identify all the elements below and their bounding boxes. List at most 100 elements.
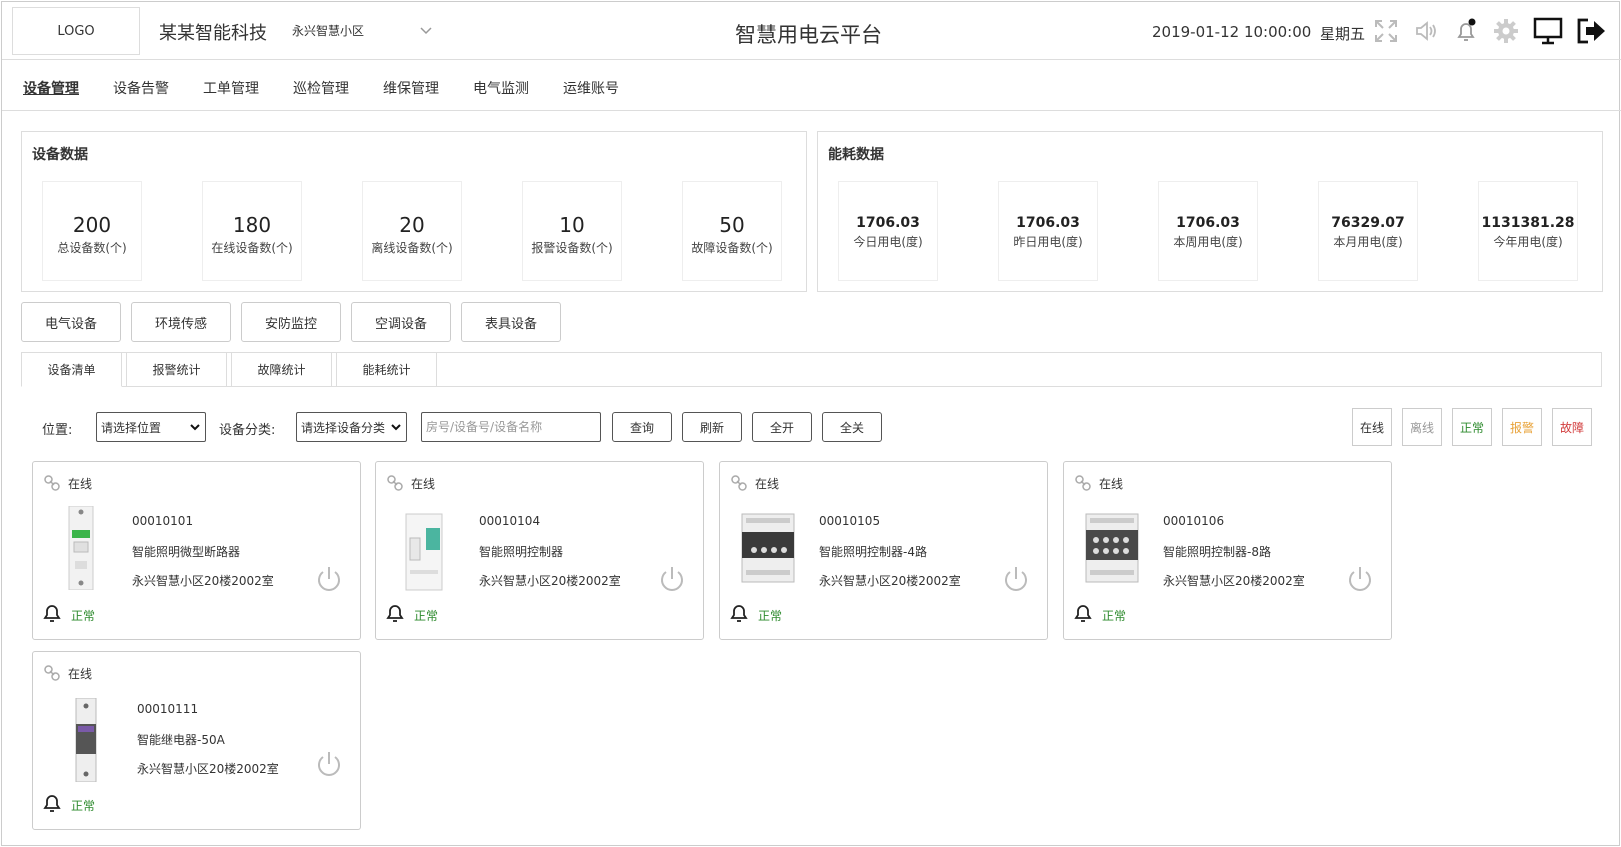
category-select-value: 请选择设备分类 xyxy=(301,420,386,435)
all-on-button[interactable]: 全开 xyxy=(752,412,812,442)
category-environment-button[interactable]: 环境传感 xyxy=(131,302,231,342)
search-input[interactable] xyxy=(421,412,601,442)
category-aircon-button[interactable]: 空调设备 xyxy=(351,302,451,342)
category-electrical-button[interactable]: 电气设备 xyxy=(21,302,121,342)
logout-icon[interactable] xyxy=(1574,15,1608,47)
stat-fault-devices: 50 故障设备数(个) xyxy=(682,181,782,281)
stat-total-devices: 200 总设备数(个) xyxy=(42,181,142,281)
refresh-button[interactable]: 刷新 xyxy=(682,412,742,442)
category-meter-button[interactable]: 表具设备 xyxy=(461,302,561,342)
device-data-panel: 设备数据 200 总设备数(个) 180 在线设备数(个) 20 离线设备数(个) 1… xyxy=(21,131,807,292)
bell-icon xyxy=(43,795,61,812)
power-icon[interactable] xyxy=(314,749,344,779)
bell-icon xyxy=(43,605,61,622)
stat-label: 今年用电(度) xyxy=(1493,235,1563,249)
stat-year-energy: 1131381.28 今年用电(度) xyxy=(1478,181,1578,281)
stat-value: 200 xyxy=(72,213,112,237)
nav-maintenance[interactable]: 维保管理 xyxy=(383,78,439,98)
category-label: 设备分类: xyxy=(219,423,276,438)
link-icon xyxy=(1075,475,1091,491)
device-state: 在线 xyxy=(755,477,780,491)
category-security-button[interactable]: 安防监控 xyxy=(241,302,341,342)
bell-icon[interactable] xyxy=(1452,17,1480,45)
logo: LOGO xyxy=(12,7,140,55)
location-select[interactable]: 请选择位置 xyxy=(96,412,206,442)
tab-energy-stats[interactable]: 能耗统计 xyxy=(336,352,437,387)
nav-device-alarm[interactable]: 设备告警 xyxy=(113,78,169,98)
nav-electrical-monitoring[interactable]: 电气监测 xyxy=(473,78,529,98)
power-icon[interactable] xyxy=(314,564,344,594)
link-icon xyxy=(731,475,747,491)
device-card[interactable]: 在线 00010106 智能照明控制器-8路 永兴智慧小区20楼2002室 正常 xyxy=(1063,461,1392,640)
all-off-button[interactable]: 全关 xyxy=(822,412,882,442)
stat-label: 在线设备数(个) xyxy=(211,241,293,255)
breaker-icon xyxy=(68,506,94,590)
chevron-down-icon[interactable] xyxy=(418,22,434,38)
device-location: 永兴智慧小区20楼2002室 xyxy=(819,574,961,588)
query-button[interactable]: 查询 xyxy=(612,412,672,442)
device-name: 智能照明控制器-4路 xyxy=(819,545,927,559)
stat-yesterday-energy: 1706.03 昨日用电(度) xyxy=(998,181,1098,281)
stat-value: 76329.07 xyxy=(1331,215,1405,231)
nav-device-management[interactable]: 设备管理 xyxy=(23,78,79,98)
fullscreen-icon[interactable] xyxy=(1372,17,1400,45)
volume-icon[interactable] xyxy=(1412,17,1440,45)
device-location: 永兴智慧小区20楼2002室 xyxy=(137,762,279,776)
controller-icon xyxy=(405,513,443,591)
header-bar: LOGO 某某智能科技 永兴智慧小区 智慧用电云平台 2019-01-12 10… xyxy=(2,2,1621,60)
stat-value: 1706.03 xyxy=(856,215,920,231)
filter-alarm-button[interactable]: 报警 xyxy=(1502,408,1542,446)
tab-alarm-stats[interactable]: 报警统计 xyxy=(126,352,227,387)
community-selector[interactable]: 永兴智慧小区 xyxy=(292,22,364,39)
device-card[interactable]: 在线 00010104 智能照明控制器 永兴智慧小区20楼2002室 正常 xyxy=(375,461,704,640)
link-icon xyxy=(44,665,60,681)
stat-value: 1131381.28 xyxy=(1481,215,1575,231)
device-status: 正常 xyxy=(414,609,439,623)
panel-title: 能耗数据 xyxy=(828,147,884,163)
stat-label: 离线设备数(个) xyxy=(371,241,453,255)
device-status: 正常 xyxy=(71,799,96,813)
stat-today-energy: 1706.03 今日用电(度) xyxy=(838,181,938,281)
device-name: 智能照明微型断路器 xyxy=(132,545,241,559)
device-id: 00010105 xyxy=(819,514,881,528)
tab-device-list[interactable]: 设备清单 xyxy=(21,352,122,387)
stat-value: 1706.03 xyxy=(1016,215,1080,231)
stat-label: 昨日用电(度) xyxy=(1013,235,1083,249)
monitor-icon[interactable] xyxy=(1532,15,1564,47)
device-location: 永兴智慧小区20楼2002室 xyxy=(132,574,274,588)
nav-inspection[interactable]: 巡检管理 xyxy=(293,78,349,98)
stat-label: 本月用电(度) xyxy=(1333,235,1403,249)
nav-ops-accounts[interactable]: 运维账号 xyxy=(563,78,619,98)
power-icon[interactable] xyxy=(1345,564,1375,594)
page-title: 智慧用电云平台 xyxy=(735,23,882,47)
device-name: 智能继电器-50A xyxy=(137,733,225,747)
bell-icon xyxy=(1074,605,1092,622)
device-card[interactable]: 在线 00010111 智能继电器-50A 永兴智慧小区20楼2002室 正常 xyxy=(32,651,361,830)
stat-label: 总设备数(个) xyxy=(57,241,127,255)
filter-offline-button[interactable]: 离线 xyxy=(1402,408,1442,446)
filter-online-button[interactable]: 在线 xyxy=(1352,408,1392,446)
link-icon xyxy=(44,475,60,491)
energy-data-panel: 能耗数据 1706.03 今日用电(度) 1706.03 昨日用电(度) 1706.… xyxy=(817,131,1603,292)
power-icon[interactable] xyxy=(657,564,687,594)
app-frame: LOGO 某某智能科技 永兴智慧小区 智慧用电云平台 2019-01-12 10… xyxy=(1,1,1621,846)
tab-fault-stats[interactable]: 故障统计 xyxy=(231,352,332,387)
device-card[interactable]: 在线 00010101 智能照明微型断路器 永兴智慧小区20楼2002室 正常 xyxy=(32,461,361,640)
bell-icon xyxy=(730,605,748,622)
stat-alarm-devices: 10 报警设备数(个) xyxy=(522,181,622,281)
gear-icon[interactable] xyxy=(1492,17,1520,45)
stat-value: 10 xyxy=(559,213,585,237)
nav-work-order[interactable]: 工单管理 xyxy=(203,78,259,98)
filter-fault-button[interactable]: 故障 xyxy=(1552,408,1592,446)
category-select[interactable]: 请选择设备分类 xyxy=(296,412,407,442)
device-id: 00010106 xyxy=(1163,514,1225,528)
power-icon[interactable] xyxy=(1001,564,1031,594)
device-card[interactable]: 在线 00010105 智能照明控制器-4路 永兴智慧小区20楼2002室 正常 xyxy=(719,461,1048,640)
device-name: 智能照明控制器-8路 xyxy=(1163,545,1271,559)
device-status: 正常 xyxy=(1102,609,1127,623)
filter-normal-button[interactable]: 正常 xyxy=(1452,408,1492,446)
stat-value: 180 xyxy=(232,213,272,237)
stat-value: 20 xyxy=(399,213,425,237)
weekday: 星期五 xyxy=(1320,25,1366,43)
stat-value: 50 xyxy=(719,213,745,237)
